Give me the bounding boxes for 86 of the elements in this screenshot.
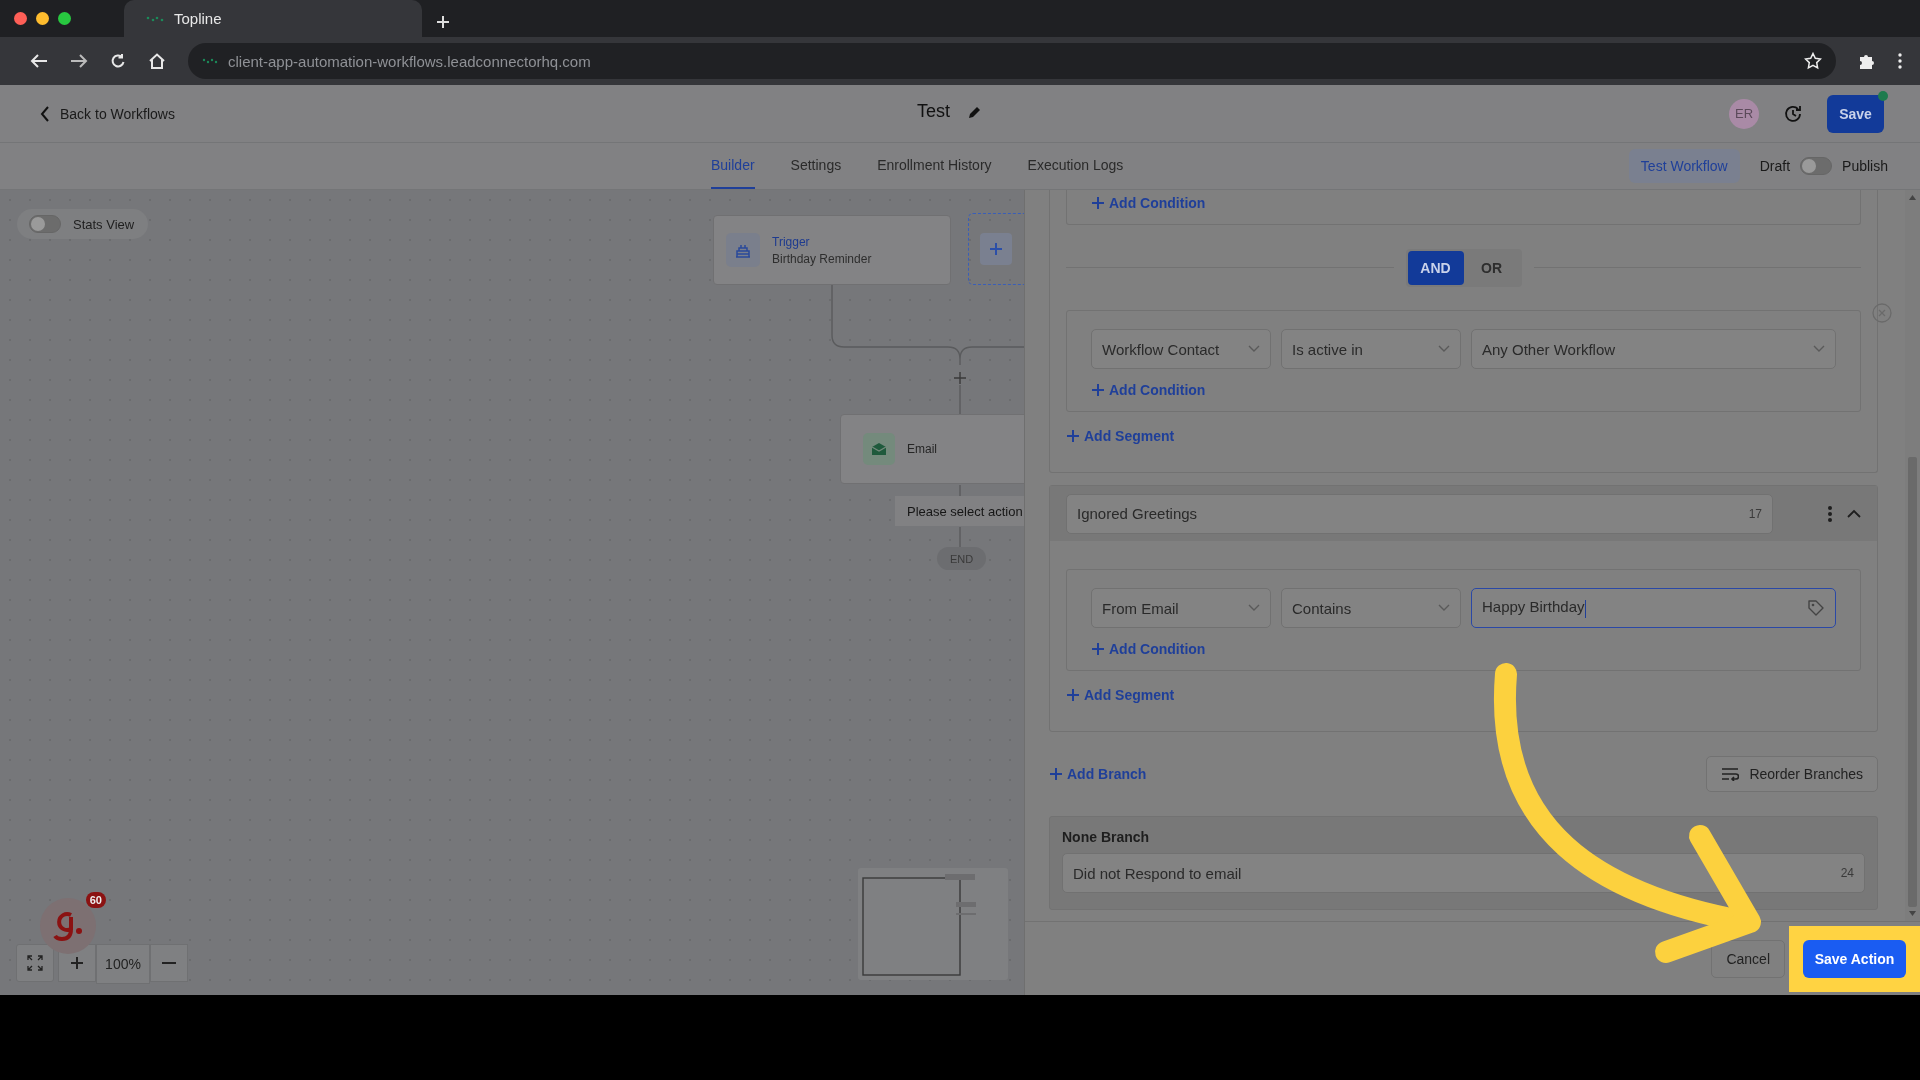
save-action-button[interactable]: Save Action <box>1803 939 1906 978</box>
add-condition-link[interactable]: Add Condition <box>1091 377 1206 403</box>
stats-view-label: Stats View <box>73 216 135 232</box>
history-icon[interactable] <box>1783 103 1803 124</box>
plus-icon <box>70 956 84 970</box>
none-branch-title: None Branch <box>1062 829 1151 845</box>
dropdown-field[interactable]: Workflow Contact <box>1091 329 1271 369</box>
logic-toggle-option[interactable]: AND <box>1407 250 1464 285</box>
plus-icon <box>1091 196 1105 210</box>
add-condition-link[interactable]: Add Condition <box>1091 636 1206 662</box>
plus-icon <box>1066 688 1080 702</box>
node-title: Email <box>907 442 937 456</box>
puzzle-piece-icon[interactable] <box>1858 52 1876 70</box>
reorder-branches-button[interactable]: Reorder Branches <box>1706 756 1878 792</box>
chevron-down-icon <box>1438 345 1450 353</box>
star-icon[interactable] <box>1804 52 1822 70</box>
forward-icon[interactable] <box>70 53 88 69</box>
close-window-button[interactable] <box>14 12 27 25</box>
more-options-icon[interactable] <box>1827 504 1833 523</box>
zoom-level: 100% <box>96 944 150 984</box>
browser-tab[interactable]: Topline <box>124 0 422 37</box>
plus-icon <box>1049 767 1063 781</box>
add-branch-link[interactable]: Add Branch <box>1049 761 1147 787</box>
nav-tab[interactable]: Execution Logs <box>1027 143 1124 189</box>
trigger-node[interactable]: Trigger Birthday Reminder <box>713 215 951 285</box>
scroll-up-arrow-icon[interactable] <box>1909 195 1916 200</box>
menu-icon[interactable] <box>1898 53 1902 69</box>
scroll-down-arrow-icon[interactable] <box>1909 911 1916 916</box>
branch-name-field[interactable]: Did not Respond to email 24 <box>1062 853 1865 893</box>
address-bar[interactable]: client-app-automation-workflows.leadconnectorhq.com <box>188 43 1836 79</box>
fit-view-button[interactable] <box>16 944 54 982</box>
expand-icon <box>27 955 43 971</box>
stats-view-toggle[interactable] <box>29 215 61 233</box>
chevron-down-icon <box>1248 345 1260 353</box>
action-prompt: Please select action <box>895 496 1024 526</box>
node-title: Trigger <box>772 234 811 249</box>
chevron-down-icon <box>1248 604 1260 612</box>
add-condition-link[interactable]: Add Condition <box>1091 190 1206 216</box>
publish-label: Publish <box>1842 158 1888 174</box>
plus-icon <box>1066 429 1080 443</box>
plus-icon <box>1091 642 1105 656</box>
dropdown-field[interactable]: Any Other Workflow <box>1471 329 1836 369</box>
dropdown-field[interactable]: Contains <box>1281 588 1461 628</box>
site-icon <box>202 57 218 65</box>
dropdown-field[interactable]: From Email <box>1091 588 1271 628</box>
envelope-icon <box>871 442 887 456</box>
nav-tab[interactable]: Settings <box>790 143 842 189</box>
back-link[interactable]: Back to Workflows <box>40 105 175 122</box>
nav-tab[interactable]: Enrollment History <box>877 143 992 189</box>
chevron-up-icon[interactable] <box>1847 509 1861 518</box>
test-workflow-button[interactable]: Test Workflow <box>1628 149 1740 183</box>
logic-toggle-option[interactable]: OR <box>1463 250 1520 285</box>
add-segment-link[interactable]: Add Segment <box>1066 682 1175 708</box>
g-logo-icon[interactable] <box>53 909 83 943</box>
back-icon[interactable] <box>30 53 48 69</box>
home-icon[interactable] <box>148 53 166 69</box>
chevron-down-icon <box>1813 345 1825 353</box>
dropdown-field[interactable]: Is active in <box>1281 329 1461 369</box>
minimap[interactable] <box>858 868 1008 980</box>
plus-icon <box>989 242 1003 256</box>
plus-icon <box>1091 383 1105 397</box>
notification-badge: 60 <box>85 892 106 908</box>
minimize-window-button[interactable] <box>36 12 49 25</box>
pencil-icon[interactable] <box>968 104 982 119</box>
cancel-button[interactable]: Cancel <box>1711 939 1785 978</box>
tag-icon <box>1807 599 1825 617</box>
plus-icon <box>436 15 450 29</box>
reorder-icon <box>1721 767 1740 781</box>
character-count: 17 <box>1748 506 1762 521</box>
chevron-left-icon <box>40 105 50 122</box>
text-field[interactable]: Happy Birthday <box>1471 588 1836 628</box>
draft-label: Draft <box>1759 158 1791 174</box>
minus-icon <box>162 962 176 964</box>
branch-name-field[interactable]: Ignored Greetings 17 <box>1066 493 1773 534</box>
add-step-icon[interactable] <box>954 372 966 384</box>
workflow-title: Test <box>917 101 950 122</box>
add-segment-link[interactable]: Add Segment <box>1066 423 1175 449</box>
site-icon <box>146 14 164 23</box>
node-subtitle: Birthday Reminder <box>772 251 872 266</box>
email-node[interactable]: Email <box>840 414 1024 484</box>
character-count: 24 <box>1840 866 1854 880</box>
publish-toggle[interactable] <box>1800 157 1833 175</box>
maximize-window-button[interactable] <box>58 12 71 25</box>
reload-icon[interactable] <box>110 53 126 69</box>
chevron-down-icon <box>1438 604 1450 612</box>
user-avatar[interactable]: ER <box>1729 98 1759 129</box>
